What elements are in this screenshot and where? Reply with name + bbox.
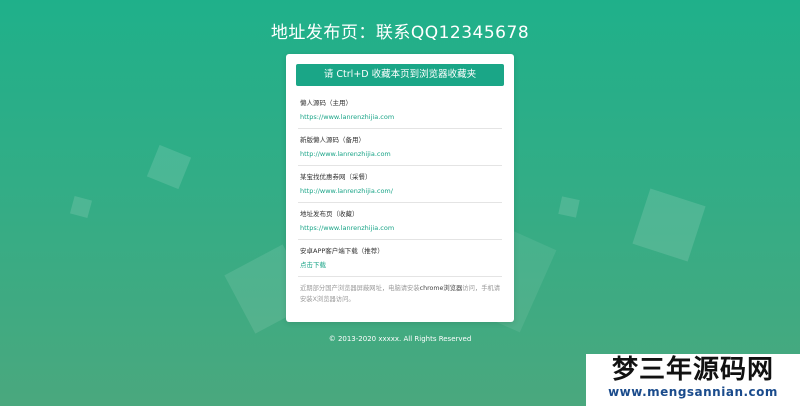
address-card: 请 Ctrl+D 收藏本页到浏览器收藏夹 懒人源码（主用） https://ww… (286, 54, 514, 322)
list-item: 懒人源码（主用） https://www.lanrenzhijia.com (298, 92, 502, 129)
entry-link[interactable]: http://www.lanrenzhijia.com (300, 148, 502, 160)
list-item: 地址发布页（收藏） https://www.lanrenzhijia.com (298, 203, 502, 240)
entry-name: 安卓APP客户端下载（推荐） (300, 247, 384, 255)
list-item: 新版懒人源码（备用） http://www.lanrenzhijia.com (298, 129, 502, 166)
app-download-link[interactable]: 点击下载 (300, 259, 502, 271)
entry-name: 地址发布页（收藏） (300, 210, 359, 218)
bookmark-button[interactable]: 请 Ctrl+D 收藏本页到浏览器收藏夹 (296, 64, 504, 86)
entry-name: 懒人源码（主用） (300, 99, 352, 107)
entry-link[interactable]: https://www.lanrenzhijia.com (300, 222, 502, 234)
decor-square (632, 188, 706, 262)
decor-square (69, 195, 93, 219)
site-watermark: 梦三年源码网 www.mengsannian.com (586, 354, 800, 406)
notice-highlight: chrome浏览器 (419, 285, 463, 292)
footer-copyright: © 2013-2020 xxxxx. All Rights Reserved (328, 335, 472, 343)
entry-name: 某宝找优惠券网（采餐） (300, 173, 372, 181)
list-item: 安卓APP客户端下载（推荐） 点击下载 (298, 240, 502, 277)
entry-name: 新版懒人源码（备用） (300, 136, 365, 144)
page-title: 地址发布页：联系QQ12345678 (270, 23, 530, 43)
watermark-en: www.mengsannian.com (608, 385, 778, 399)
decor-square (146, 144, 192, 190)
watermark-cn: 梦三年源码网 (611, 355, 774, 385)
browser-notice: 近期部分国产浏览器屏蔽网址，电脑请安装chrome浏览器访问，手机请安装X浏览器… (298, 277, 502, 305)
notice-text: 近期部分国产浏览器屏蔽网址，电脑请安装 (300, 285, 420, 292)
list-item: 某宝找优惠券网（采餐） http://www.lanrenzhijia.com/ (298, 166, 502, 203)
entry-link[interactable]: http://www.lanrenzhijia.com/ (300, 185, 502, 197)
decor-square (558, 196, 580, 218)
entry-link[interactable]: https://www.lanrenzhijia.com (300, 111, 502, 123)
